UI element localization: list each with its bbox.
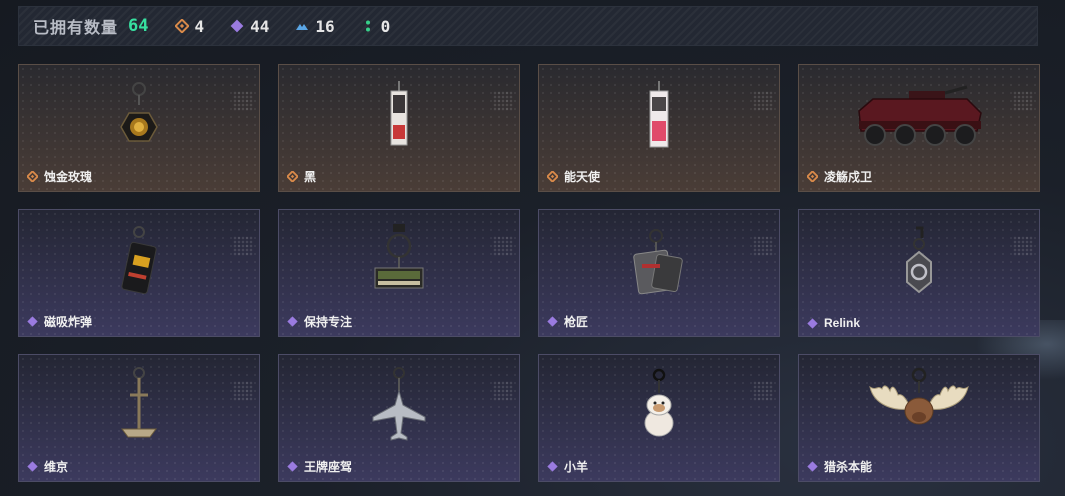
charm-card[interactable]: 能天使 (538, 64, 780, 192)
charm-card[interactable]: 保持专注 (278, 209, 520, 337)
charm-card[interactable]: 磁吸炸弹 (18, 209, 260, 337)
fighter-jet-charm-icon (372, 367, 426, 441)
stat-green: 0 (361, 16, 391, 36)
purple-rarity-icon (547, 316, 558, 327)
viking-anchor-charm-icon (121, 367, 157, 438)
gold-rarity-icon (807, 171, 818, 182)
purple-rarity-icon (287, 316, 298, 327)
purple-rarity-icon (547, 461, 558, 472)
charm-card[interactable]: Relink (798, 209, 1040, 337)
charm-name: 凌觞戍卫 (824, 170, 873, 184)
charm-card[interactable]: 枪匠 (538, 209, 780, 337)
owned-summary-bar: 已拥有数量 64 4 44 16 0 (18, 6, 1038, 46)
charm-card[interactable]: 蚀金玫瑰 (18, 64, 260, 192)
purple-rarity-icon (27, 316, 38, 327)
magnetic-bomb-charm-icon (121, 226, 157, 295)
charm-card[interactable]: 小羊 (538, 354, 780, 482)
charm-card[interactable]: 维京 (18, 354, 260, 482)
purple-rarity-icon (807, 317, 818, 329)
charm-name: 猎杀本能 (824, 460, 873, 474)
green-rarity-icon (365, 20, 370, 32)
owned-label: 已拥有数量 (33, 20, 119, 37)
gold-rarity-icon (174, 19, 189, 33)
golden-rose-charm-icon (120, 82, 158, 142)
stat-gold: 4 (174, 16, 205, 36)
blue-rarity-icon (296, 24, 309, 30)
little-sheep-charm-icon (644, 368, 674, 437)
purple-rarity-icon (230, 19, 244, 33)
stat-blue-value: 16 (315, 16, 335, 36)
relink-charm-icon (906, 226, 932, 294)
charm-grid: 蚀金玫瑰 黑 能天使 凌觞戍卫 磁吸炸弹 保持专注 枪匠 Relink 维京 王… (18, 64, 1040, 482)
charm-card[interactable]: 猎杀本能 (798, 354, 1040, 482)
armored-vehicle-icon (858, 85, 982, 146)
charm-card[interactable]: 黑 (278, 64, 520, 192)
stat-purple: 44 (230, 17, 269, 36)
charm-name: 维京 (44, 460, 69, 474)
black-tag-charm-icon (390, 81, 408, 146)
purple-rarity-icon (27, 461, 38, 472)
charm-name: 蚀金玫瑰 (44, 170, 93, 184)
moose-antler-charm-icon (869, 367, 969, 425)
charm-card[interactable]: 王牌座驾 (278, 354, 520, 482)
stat-blue: 16 (295, 16, 335, 36)
charm-name: 枪匠 (564, 315, 589, 329)
owned-count: 64 (128, 16, 149, 36)
purple-rarity-icon (287, 461, 298, 472)
gunsmith-tag-charm-icon (633, 229, 683, 295)
charm-name: 黑 (304, 170, 317, 184)
charm-name: Relink (824, 316, 861, 330)
exusiai-tag-charm-icon (649, 81, 669, 148)
stat-green-value: 0 (380, 16, 391, 36)
stay-focused-charm-icon (374, 224, 424, 289)
charm-name: 保持专注 (304, 315, 353, 329)
stat-gold-value: 4 (194, 16, 205, 36)
charm-name: 能天使 (564, 170, 601, 184)
purple-rarity-icon (807, 461, 818, 472)
gold-rarity-icon (287, 171, 298, 182)
gold-rarity-icon (27, 171, 38, 182)
charm-name: 小羊 (564, 460, 589, 474)
charm-name: 王牌座驾 (304, 460, 353, 474)
charm-card[interactable]: 凌觞戍卫 (798, 64, 1040, 192)
charm-name: 磁吸炸弹 (44, 315, 93, 329)
gold-rarity-icon (547, 171, 558, 182)
stat-purple-value: 44 (250, 16, 270, 36)
